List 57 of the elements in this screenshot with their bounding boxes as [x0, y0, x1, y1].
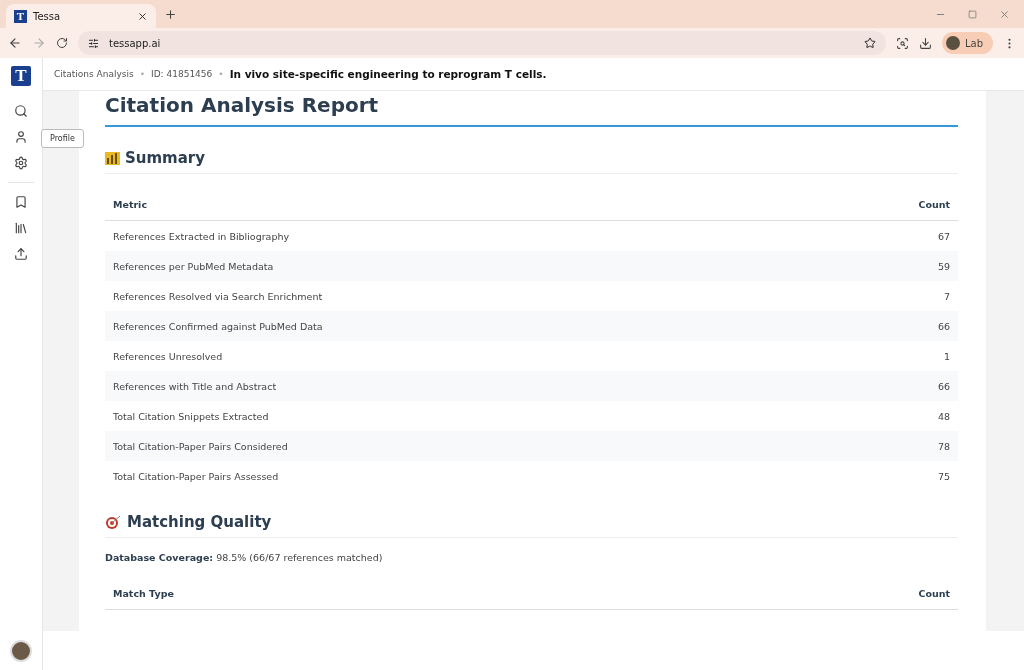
column-header: Match Type: [113, 587, 174, 599]
table-cell: References Extracted in Bibliography: [113, 230, 290, 242]
document-id: ID: 41851456: [151, 69, 213, 79]
table-cell: 59: [937, 260, 950, 272]
section-heading: Summary: [125, 149, 206, 167]
app-logo[interactable]: T: [11, 66, 31, 86]
table-cell: Total Citation-Paper Pairs Considered: [113, 440, 288, 452]
download-icon[interactable]: [918, 36, 932, 50]
back-icon[interactable]: [8, 36, 22, 50]
bookmark-icon[interactable]: [14, 195, 28, 209]
browser-tab[interactable]: T Tessa: [6, 4, 156, 28]
reload-icon[interactable]: [56, 37, 68, 49]
profile-button[interactable]: Lab: [941, 32, 993, 54]
report-title: Citation Analysis Report: [105, 91, 958, 127]
tooltip: Profile: [41, 129, 84, 148]
column-header: Count: [918, 198, 950, 210]
table-cell: Total Citation Snippets Extracted: [113, 410, 269, 422]
new-tab-icon[interactable]: [164, 7, 177, 21]
table-cell: 67: [937, 230, 950, 242]
table-cell: References Unresolved: [113, 350, 223, 362]
address-bar[interactable]: tessapp.ai: [78, 31, 886, 55]
table-cell: 66: [937, 380, 950, 392]
breadcrumb-separator: •: [218, 69, 224, 79]
lens-icon[interactable]: [895, 36, 909, 50]
search-icon[interactable]: [14, 104, 28, 118]
person-icon[interactable]: [14, 130, 28, 144]
target-icon: [105, 514, 122, 530]
tab-title: Tessa: [33, 10, 62, 22]
upload-icon[interactable]: [14, 247, 28, 261]
url-text: tessapp.ai: [109, 37, 162, 49]
table-cell: 78: [937, 440, 950, 452]
bar-chart-icon: [105, 151, 120, 165]
section-heading: Matching Quality: [127, 513, 272, 531]
close-icon[interactable]: [137, 10, 148, 22]
table-cell: References with Title and Abstract: [113, 380, 277, 392]
table-cell: References Resolved via Search Enrichment: [113, 290, 323, 302]
settings-icon[interactable]: [14, 156, 28, 170]
table-cell: References per PubMed Metadata: [113, 260, 274, 272]
coverage-text: Database Coverage: 98.5% (66/67 references matched): [105, 552, 384, 563]
user-avatar[interactable]: [10, 640, 32, 662]
table-cell: 7: [943, 290, 950, 302]
column-header: Count: [918, 587, 950, 599]
column-header: Metric: [113, 198, 147, 210]
table-cell: 48: [937, 410, 950, 422]
document-title: In vivo site-specific engineering to reprogram T cells.: [229, 68, 547, 80]
breadcrumb-separator: •: [139, 69, 145, 79]
library-icon[interactable]: [14, 221, 28, 235]
table-cell: Total Citation-Paper Pairs Assessed: [113, 470, 279, 482]
table-cell: References Confirmed against PubMed Data: [113, 320, 323, 332]
table-cell: 75: [937, 470, 950, 482]
tab-favicon: T: [14, 9, 27, 23]
star-icon[interactable]: [863, 37, 876, 49]
avatar-icon: [945, 36, 960, 50]
table-cell: 1: [943, 350, 950, 362]
table-cell: 66: [937, 320, 950, 332]
breadcrumb-link[interactable]: Citations Analysis: [54, 69, 134, 79]
site-settings-icon[interactable]: [88, 37, 99, 49]
